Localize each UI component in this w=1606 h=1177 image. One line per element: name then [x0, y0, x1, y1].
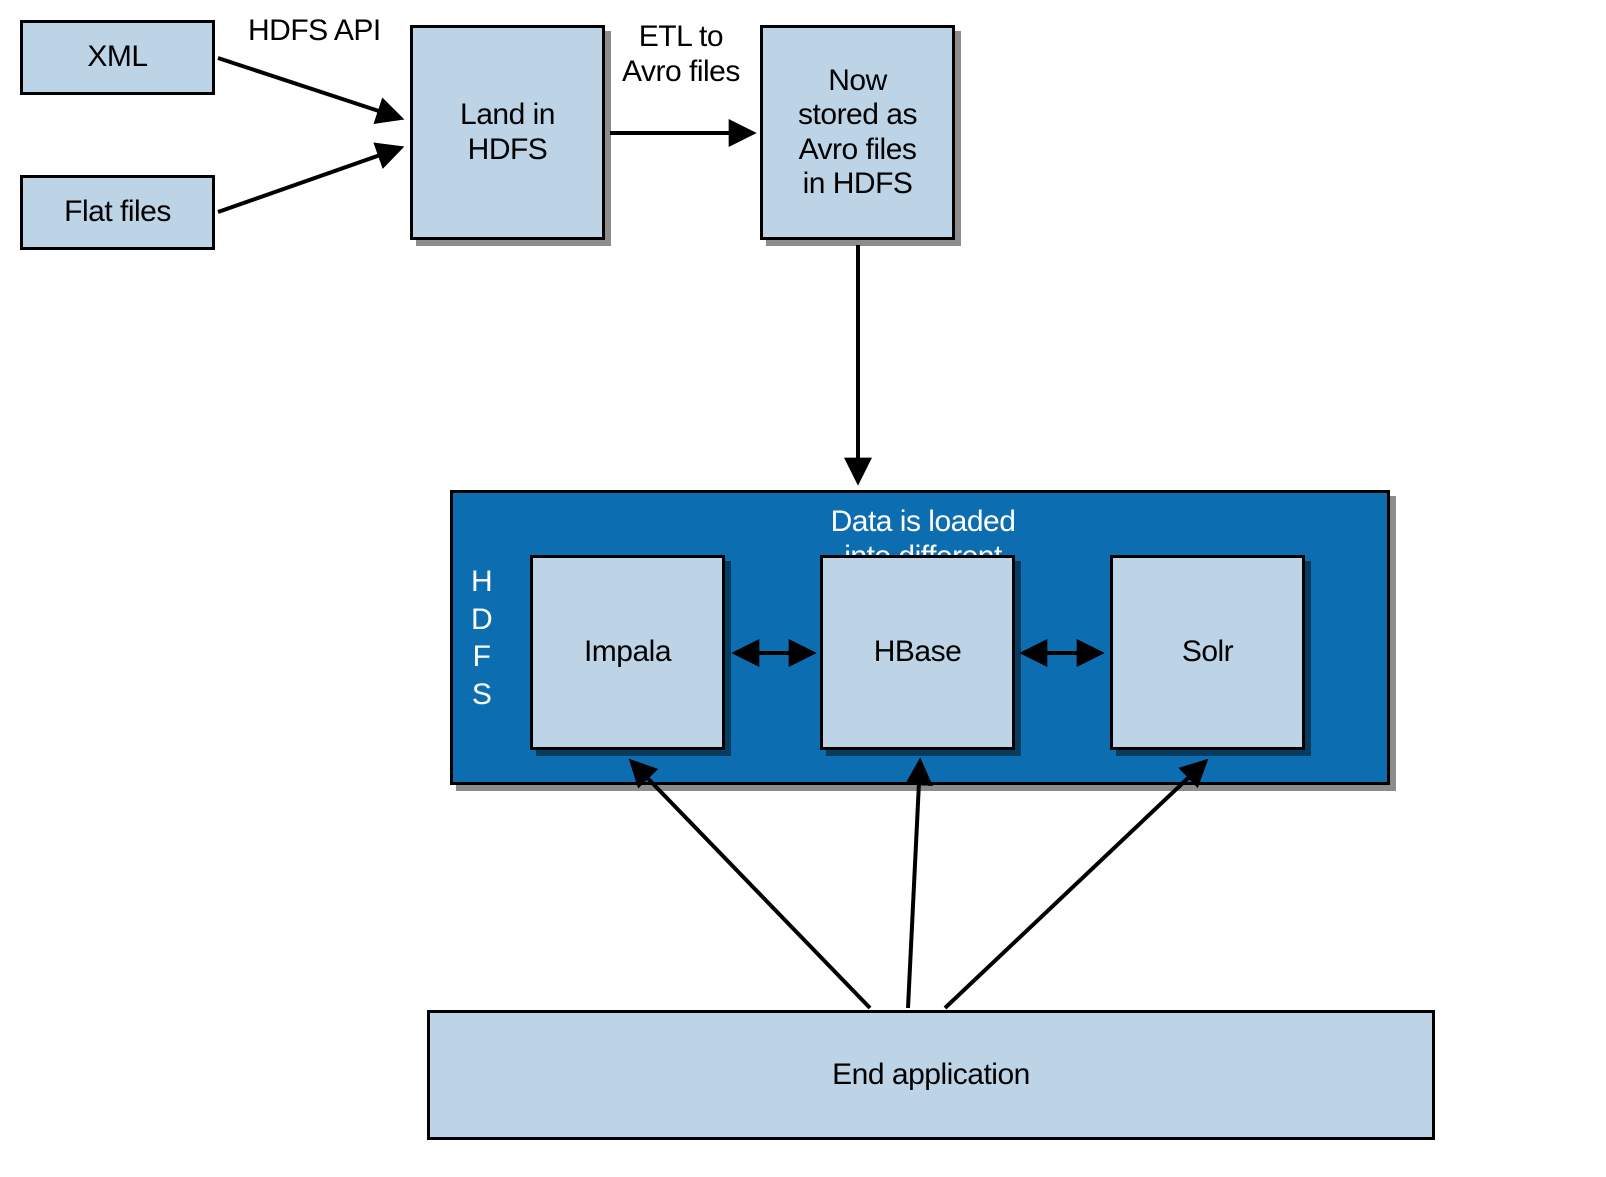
diagram-stage: XML Flat files Land in HDFS Now stored a…: [0, 0, 1606, 1177]
edge-label-hdfs-api: HDFS API: [248, 14, 381, 49]
node-flat-files: Flat files: [20, 175, 215, 250]
arrow-endapp-solr: [945, 762, 1205, 1008]
node-land-hdfs-label: Land in HDFS: [460, 98, 555, 167]
node-hbase: HBase: [820, 555, 1015, 750]
node-avro-store: Now stored as Avro files in HDFS: [760, 25, 955, 240]
arrow-endapp-hbase: [908, 762, 920, 1008]
node-end-application: End application: [427, 1010, 1435, 1140]
node-xml-label: XML: [87, 40, 147, 75]
node-land-hdfs: Land in HDFS: [410, 25, 605, 240]
node-hbase-label: HBase: [874, 635, 962, 670]
node-end-app-label: End application: [832, 1058, 1030, 1093]
arrow-xml-to-land: [218, 58, 400, 118]
arrow-endapp-impala: [632, 762, 870, 1008]
node-impala-label: Impala: [584, 635, 671, 670]
node-solr-label: Solr: [1182, 635, 1233, 670]
node-solr: Solr: [1110, 555, 1305, 750]
node-avro-store-label: Now stored as Avro files in HDFS: [798, 64, 917, 202]
node-xml: XML: [20, 20, 215, 95]
arrow-flatfiles-to-land: [218, 148, 400, 212]
edge-label-etl-avro: ETL to Avro files: [622, 20, 740, 89]
hdfs-vertical-label: H D F S: [471, 563, 492, 713]
node-flat-files-label: Flat files: [64, 195, 171, 230]
node-impala: Impala: [530, 555, 725, 750]
